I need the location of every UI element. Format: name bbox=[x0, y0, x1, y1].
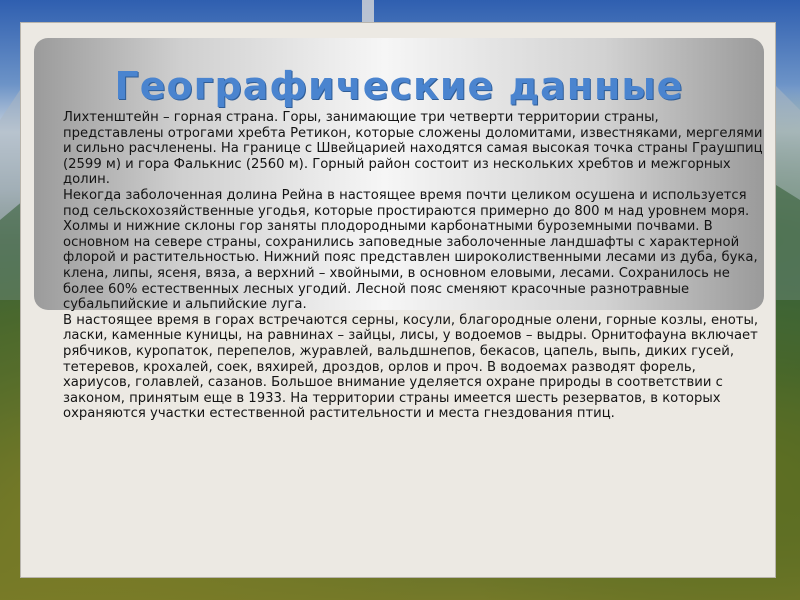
slide-body-text: Лихтенштейн – горная страна. Горы, заним… bbox=[63, 110, 763, 422]
slide-title: Географические данные bbox=[114, 64, 684, 108]
